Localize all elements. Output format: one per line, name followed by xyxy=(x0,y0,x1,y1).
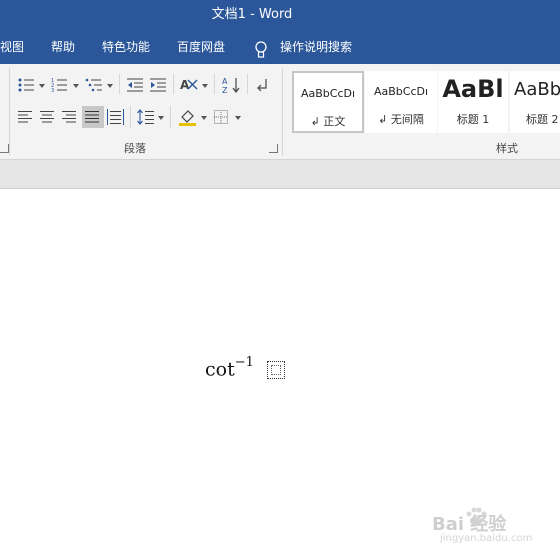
align-center-icon[interactable] xyxy=(40,110,56,124)
align-left-icon[interactable] xyxy=(18,110,34,124)
svg-text:3: 3 xyxy=(51,88,54,92)
paragraph-group-label: 段落 xyxy=(124,142,146,155)
equation[interactable]: cot−1 xyxy=(205,355,254,381)
justify-button[interactable] xyxy=(82,106,104,128)
line-spacing-dropdown-icon[interactable] xyxy=(158,116,164,120)
distributed-icon[interactable] xyxy=(107,109,125,125)
lightbulb-icon[interactable] xyxy=(254,40,268,60)
numbering-icon[interactable]: 123 xyxy=(51,78,69,92)
equation-superscript: −1 xyxy=(234,355,254,370)
style-heading-2[interactable]: AaBb 标题 2 xyxy=(510,71,560,133)
align-right-icon[interactable] xyxy=(62,110,78,124)
decrease-indent-icon[interactable] xyxy=(127,78,145,92)
tab-baidu-netdisk[interactable]: 百度网盘 xyxy=(177,32,225,62)
style-name: ↲ 正文 xyxy=(310,115,346,128)
shading-icon[interactable] xyxy=(179,108,197,126)
style-sample: AaBbCcDı xyxy=(373,85,429,98)
chinese-layout-dropdown-icon[interactable] xyxy=(202,84,208,88)
svg-text:Z: Z xyxy=(222,86,228,94)
borders-icon[interactable] xyxy=(214,110,229,125)
separator xyxy=(170,106,171,128)
multilevel-dropdown-icon[interactable] xyxy=(107,84,113,88)
svg-text:A: A xyxy=(222,77,228,86)
title-bar: 文档1 - Word xyxy=(0,0,560,32)
equation-base: cot xyxy=(205,358,235,381)
style-normal[interactable]: AaBbCcDı ↲ 正文 xyxy=(292,71,364,133)
separator xyxy=(173,74,174,94)
font-dialog-launcher-icon[interactable] xyxy=(0,144,9,153)
watermark-url: jingyan.baidu.com xyxy=(440,533,533,544)
numbering-dropdown-icon[interactable] xyxy=(73,84,79,88)
separator xyxy=(247,74,248,94)
borders-dropdown-icon[interactable] xyxy=(235,116,241,120)
styles-group-label: 样式 xyxy=(496,142,518,155)
justify-icon xyxy=(85,111,99,123)
tab-special-features[interactable]: 特色功能 xyxy=(102,32,150,62)
tell-me-search[interactable]: 操作说明搜索 xyxy=(280,32,352,62)
ribbon-tabs: 视图 帮助 特色功能 百度网盘 操作说明搜索 xyxy=(0,32,560,64)
style-name: ↲ 无间隔 xyxy=(378,113,424,126)
tab-view[interactable]: 视图 xyxy=(0,32,24,62)
bullets-dropdown-icon[interactable] xyxy=(39,84,45,88)
chinese-layout-icon[interactable]: A xyxy=(180,77,200,93)
line-spacing-icon[interactable] xyxy=(137,109,155,125)
bullets-icon[interactable] xyxy=(18,78,36,92)
separator xyxy=(130,106,131,128)
equation-placeholder[interactable] xyxy=(267,361,285,379)
style-sample: AaBl xyxy=(442,75,504,103)
style-sample: AaBb xyxy=(514,79,560,100)
style-no-spacing[interactable]: AaBbCcDı ↲ 无间隔 xyxy=(365,71,437,133)
separator xyxy=(214,74,215,94)
style-heading-1[interactable]: AaBl 标题 1 xyxy=(438,71,508,133)
multilevel-list-icon[interactable] xyxy=(85,78,103,92)
tab-help[interactable]: 帮助 xyxy=(51,32,75,62)
increase-indent-icon[interactable] xyxy=(150,78,168,92)
style-sample: AaBbCcDı xyxy=(300,87,356,100)
group-separator xyxy=(282,68,283,156)
ribbon-body: 123 A AZ 段落 AaBbCcDı ↲ 正文 AaBbCcDı ↲ 无间隔… xyxy=(0,64,560,160)
sort-icon[interactable]: AZ xyxy=(222,76,242,94)
paragraph-dialog-launcher-icon[interactable] xyxy=(269,144,278,153)
show-formatting-marks-icon[interactable] xyxy=(256,78,270,92)
group-separator xyxy=(9,68,10,156)
style-name: 标题 1 xyxy=(456,113,490,126)
style-name: 标题 2 xyxy=(526,113,559,126)
shading-dropdown-icon[interactable] xyxy=(201,116,207,120)
separator xyxy=(119,74,120,94)
window-title: 文档1 - Word xyxy=(211,7,293,22)
ruler-area xyxy=(0,160,560,189)
